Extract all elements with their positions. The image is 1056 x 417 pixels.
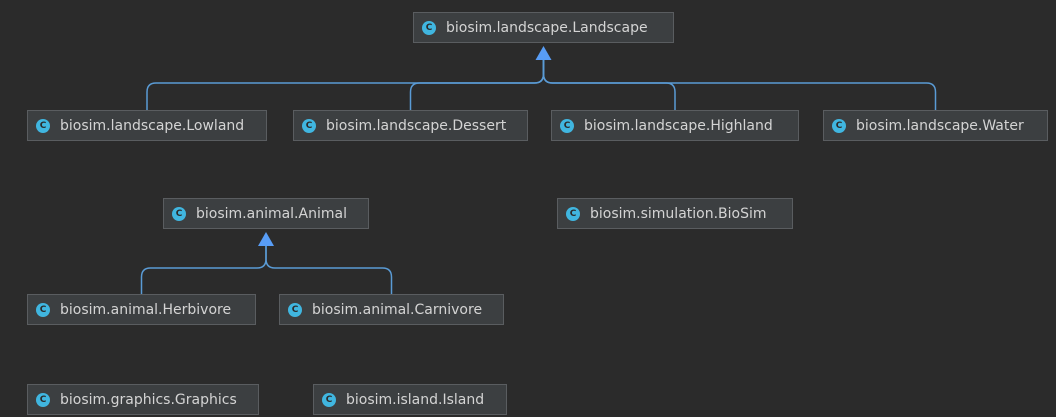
class-node-water[interactable]: Cbiosim.landscape.Water xyxy=(823,110,1048,141)
inheritance-edge-water xyxy=(542,60,937,110)
class-label: biosim.landscape.Dessert xyxy=(326,117,507,134)
class-icon: C xyxy=(566,206,580,221)
inheritance-edge-carnivore xyxy=(265,246,393,294)
class-node-dessert[interactable]: Cbiosim.landscape.Dessert xyxy=(293,110,528,141)
class-label: biosim.simulation.BioSim xyxy=(590,205,767,222)
class-label: biosim.landscape.Water xyxy=(856,117,1024,134)
class-label: biosim.landscape.Lowland xyxy=(60,117,245,134)
class-icon: C xyxy=(36,118,50,133)
class-label: biosim.animal.Carnivore xyxy=(312,301,483,318)
class-icon: C xyxy=(302,118,316,133)
class-icon: C xyxy=(36,392,50,407)
class-node-animal[interactable]: Cbiosim.animal.Animal xyxy=(163,198,369,229)
inheritance-edge-highland xyxy=(542,60,676,110)
class-label: biosim.animal.Herbivore xyxy=(60,301,232,318)
class-label: biosim.graphics.Graphics xyxy=(60,391,237,408)
class-node-island[interactable]: Cbiosim.island.Island xyxy=(313,384,507,415)
inheritance-edges xyxy=(140,46,937,294)
class-icon: C xyxy=(322,392,336,407)
class-icon: C xyxy=(560,118,574,133)
class-label: biosim.island.Island xyxy=(346,391,485,408)
inheritance-edge-herbivore xyxy=(140,246,267,294)
inheritance-arrowhead-animal xyxy=(258,232,274,246)
class-icon: C xyxy=(422,20,436,35)
class-icon: C xyxy=(832,118,846,133)
class-node-graphics[interactable]: Cbiosim.graphics.Graphics xyxy=(27,384,259,415)
inheritance-edge-lowland xyxy=(146,60,545,110)
class-node-herbivore[interactable]: Cbiosim.animal.Herbivore xyxy=(27,294,256,325)
class-diagram-canvas[interactable]: Cbiosim.landscape.Landscape Cbiosim.lands… xyxy=(0,0,1056,417)
class-icon: C xyxy=(172,206,186,221)
class-label: biosim.landscape.Landscape xyxy=(446,19,648,36)
inheritance-edge-dessert xyxy=(409,60,545,110)
class-node-lowland[interactable]: Cbiosim.landscape.Lowland xyxy=(27,110,267,141)
class-label: biosim.animal.Animal xyxy=(196,205,347,222)
inheritance-arrowhead-landscape xyxy=(535,46,552,60)
class-icon: C xyxy=(36,302,50,317)
class-icon: C xyxy=(288,302,302,317)
class-node-landscape[interactable]: Cbiosim.landscape.Landscape xyxy=(413,12,674,43)
class-node-highland[interactable]: Cbiosim.landscape.Highland xyxy=(551,110,799,141)
class-node-carnivore[interactable]: Cbiosim.animal.Carnivore xyxy=(279,294,504,325)
class-node-biosim-sim[interactable]: Cbiosim.simulation.BioSim xyxy=(557,198,793,229)
class-label: biosim.landscape.Highland xyxy=(584,117,773,134)
